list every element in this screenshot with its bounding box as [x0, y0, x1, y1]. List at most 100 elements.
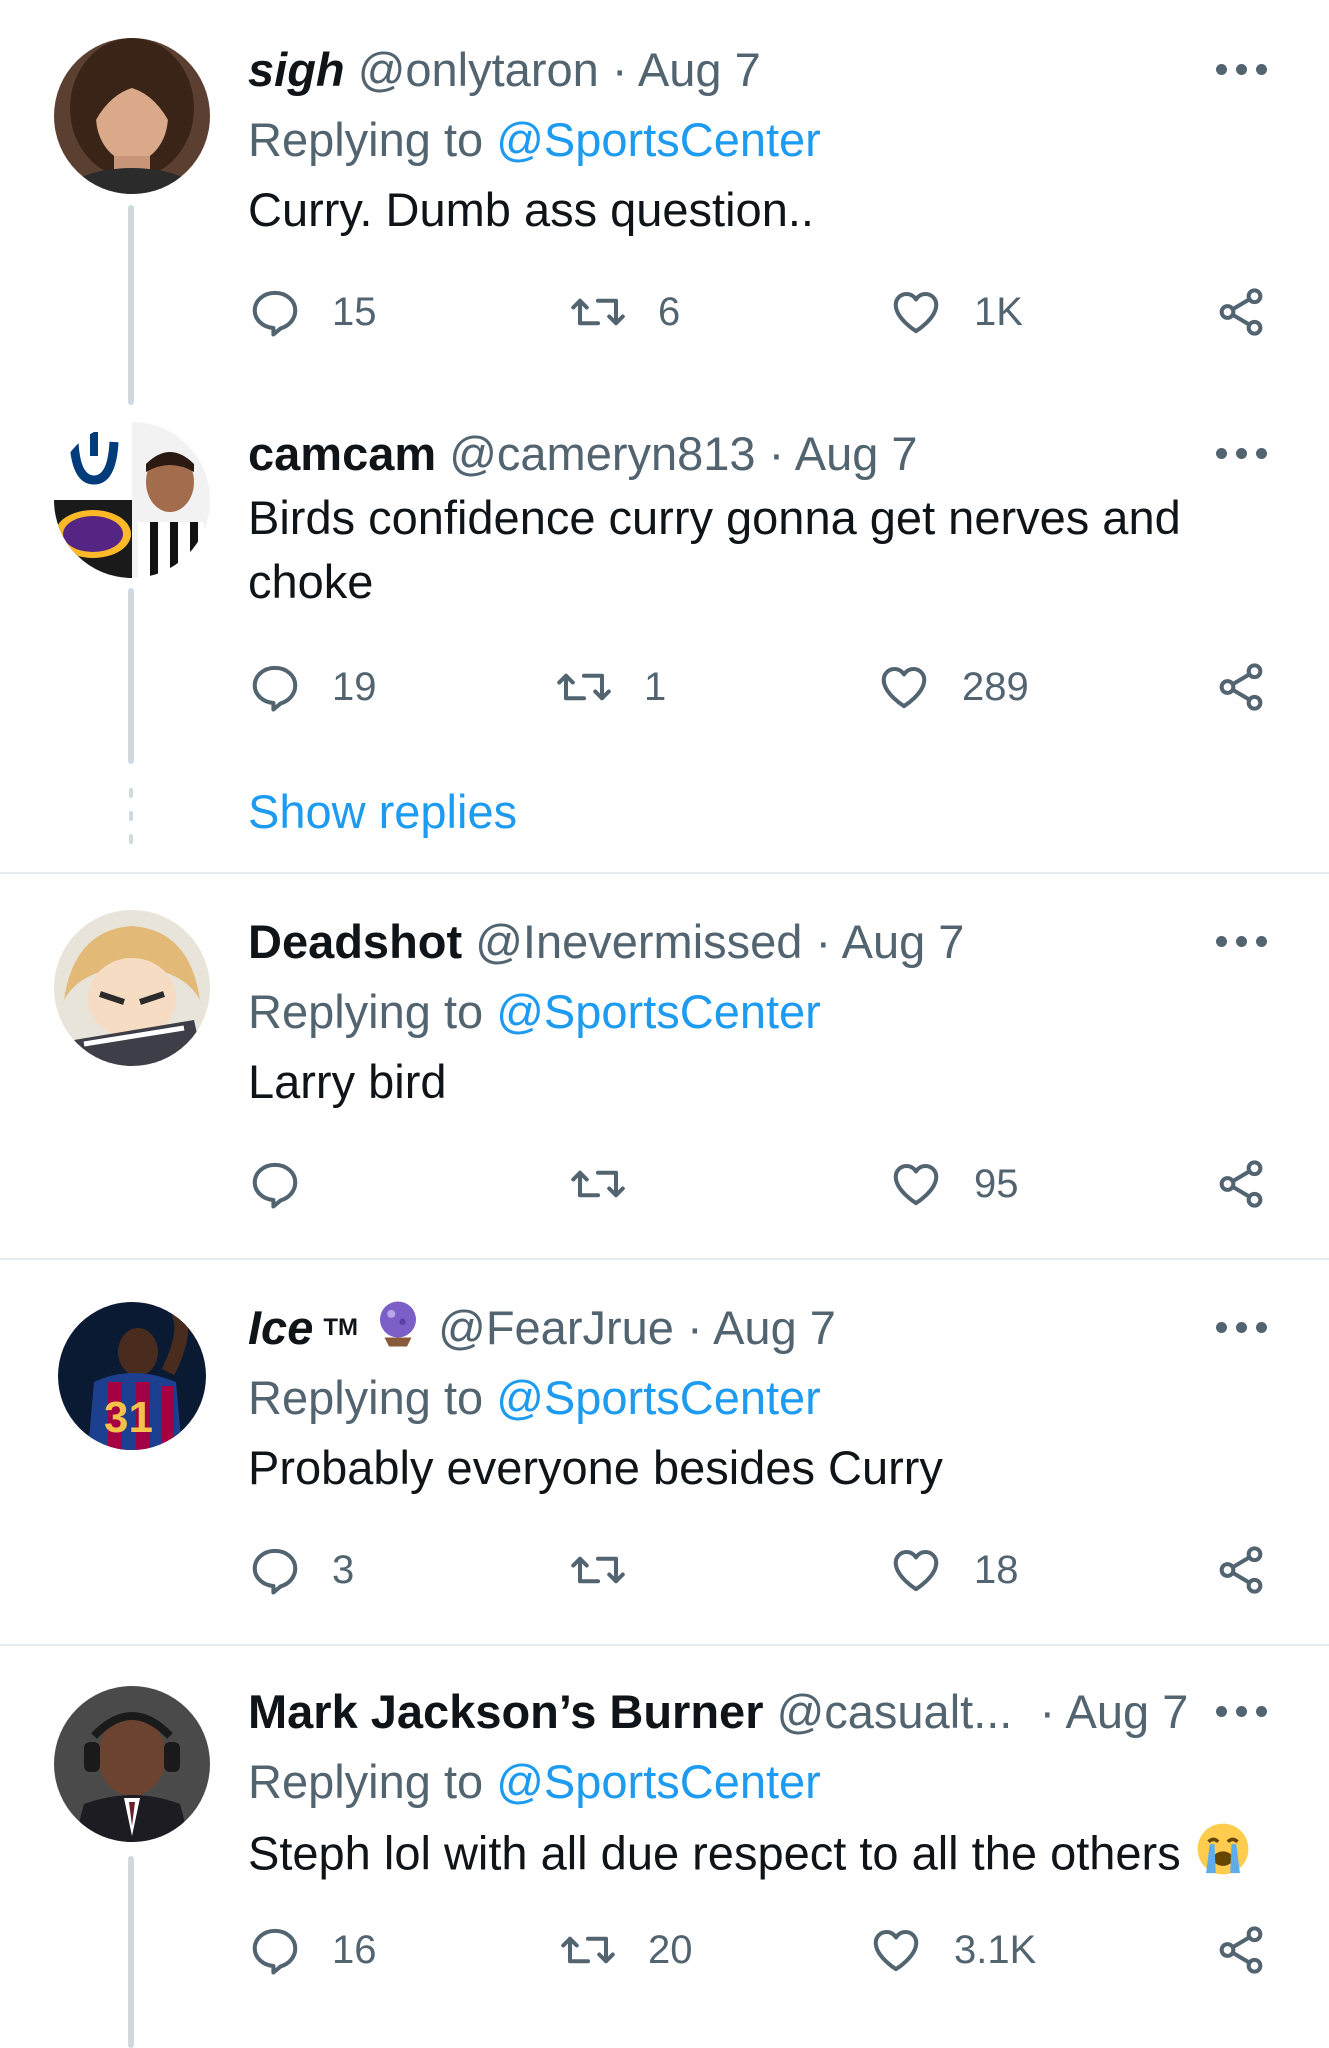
share-icon: [1214, 1543, 1268, 1597]
tweet-header: Mark Jackson’s Burner @casualt... · Aug …: [248, 1680, 1188, 1744]
reply-icon: [248, 660, 302, 714]
action-bar: 95: [248, 1152, 1288, 1216]
reply-button[interactable]: 3: [248, 1538, 354, 1602]
avatar[interactable]: [54, 910, 210, 1066]
handle[interactable]: @Inevermissed: [475, 915, 802, 968]
share-icon: [1214, 1157, 1268, 1211]
tweet-text: Steph lol with all due respect to all th…: [248, 1820, 1249, 1894]
reply-button[interactable]: 19: [248, 655, 377, 719]
share-button[interactable]: [1214, 1152, 1268, 1216]
like-button[interactable]: 18: [888, 1538, 1019, 1602]
like-count: 18: [974, 1547, 1019, 1592]
replying-to: Replying to @SportsCenter: [248, 980, 821, 1044]
reply-button[interactable]: 16: [248, 1918, 377, 1982]
like-button[interactable]: 1K: [888, 280, 1023, 344]
tweet[interactable]: 31 Ice TM @FearJrue · Aug 7 Replying to @…: [0, 1260, 1329, 1648]
more-options-icon[interactable]: [1216, 1322, 1268, 1336]
reply-count: 19: [332, 664, 377, 709]
tweet-header: sigh @onlytaron · Aug 7: [248, 38, 761, 102]
crystal-ball-emoji-icon: [371, 1297, 425, 1367]
like-count: 3.1K: [954, 1927, 1037, 1972]
thread-line: [128, 1856, 134, 2048]
reply-icon: [248, 1543, 302, 1597]
retweet-button[interactable]: 1: [554, 655, 666, 719]
heart-icon: [868, 1923, 924, 1977]
retweet-button[interactable]: [568, 1538, 658, 1602]
display-name[interactable]: camcam: [248, 427, 436, 480]
retweet-count: 20: [648, 1927, 693, 1972]
reply-count: 3: [332, 1547, 355, 1592]
timestamp[interactable]: · Aug 7: [612, 43, 761, 96]
mention-link[interactable]: @SportsCenter: [496, 985, 821, 1038]
share-button[interactable]: [1214, 1918, 1268, 1982]
timestamp[interactable]: · Aug 7: [815, 915, 964, 968]
like-count: 289: [962, 664, 1029, 709]
like-button[interactable]: 289: [876, 655, 1029, 719]
heart-icon: [888, 1543, 944, 1597]
retweet-button[interactable]: 20: [558, 1918, 693, 1982]
more-options-icon[interactable]: [1216, 448, 1268, 462]
more-options-icon[interactable]: [1216, 936, 1268, 950]
timestamp[interactable]: · Aug 7: [769, 427, 918, 480]
tweet-text: Curry. Dumb ass question..: [248, 183, 814, 236]
share-icon: [1214, 285, 1268, 339]
retweet-icon: [554, 660, 614, 714]
trademark-badge: TM: [323, 1314, 358, 1341]
share-button[interactable]: [1214, 280, 1268, 344]
tweet-text: Probably everyone besides Curry: [248, 1441, 943, 1494]
like-button[interactable]: 95: [888, 1152, 1019, 1216]
retweet-count: 1: [644, 664, 667, 709]
reply-icon: [248, 1923, 302, 1977]
retweet-icon: [568, 285, 628, 339]
reply-button[interactable]: [248, 1152, 332, 1216]
reply-count: 15: [332, 289, 377, 334]
tweet-header: Deadshot @Inevermissed · Aug 7: [248, 910, 964, 974]
mention-link[interactable]: @SportsCenter: [496, 1755, 821, 1808]
display-name[interactable]: Ice: [248, 1301, 313, 1354]
share-icon: [1214, 1923, 1268, 1977]
tweet[interactable]: sigh @onlytaron · Aug 7 Replying to @Spo…: [0, 0, 1329, 410]
tweet[interactable]: Mark Jackson’s Burner @casualt... · Aug …: [0, 1646, 1329, 2048]
tweet-header: camcam @cameryn813 · Aug 7: [248, 422, 918, 486]
avatar[interactable]: 31: [58, 1302, 206, 1450]
tweet-text: Larry bird: [248, 1055, 447, 1108]
tweet[interactable]: Deadshot @Inevermissed · Aug 7 Replying …: [0, 874, 1329, 1260]
like-count: 95: [974, 1161, 1019, 1206]
avatar[interactable]: [54, 422, 210, 578]
handle[interactable]: @FearJrue: [438, 1301, 674, 1354]
reply-icon: [248, 285, 302, 339]
replying-label: Replying to: [248, 985, 484, 1038]
tweet-text-body: Steph lol with all due respect to all th…: [248, 1826, 1181, 1880]
display-name[interactable]: Deadshot: [248, 915, 462, 968]
more-options-icon[interactable]: [1216, 64, 1268, 78]
heart-icon: [876, 660, 932, 714]
more-options-icon[interactable]: [1216, 1706, 1268, 1720]
share-button[interactable]: [1214, 655, 1268, 719]
mention-link[interactable]: @SportsCenter: [496, 1371, 821, 1424]
mention-link[interactable]: @SportsCenter: [496, 113, 821, 166]
handle[interactable]: @onlytaron: [358, 43, 599, 96]
action-bar: 16 20 3.1K: [248, 1918, 1288, 1982]
tweet[interactable]: camcam @cameryn813 · Aug 7 Birds confide…: [0, 410, 1329, 870]
heart-icon: [888, 285, 944, 339]
share-button[interactable]: [1214, 1538, 1268, 1602]
replying-label: Replying to: [248, 113, 484, 166]
handle[interactable]: @cameryn813: [449, 427, 755, 480]
display-name[interactable]: sigh: [248, 43, 345, 96]
reply-count: 16: [332, 1927, 377, 1972]
timestamp[interactable]: · Aug 7: [687, 1301, 836, 1354]
retweet-button[interactable]: [568, 1152, 658, 1216]
avatar[interactable]: [54, 38, 210, 194]
retweet-button[interactable]: 6: [568, 280, 680, 344]
reply-button[interactable]: 15: [248, 280, 377, 344]
like-button[interactable]: 3.1K: [868, 1918, 1036, 1982]
avatar[interactable]: [54, 1686, 210, 1842]
handle[interactable]: @casualt...: [777, 1685, 1013, 1738]
reply-icon: [248, 1157, 302, 1211]
action-bar: 3 18: [248, 1538, 1288, 1602]
retweet-icon: [568, 1543, 628, 1597]
show-replies-link[interactable]: Show replies: [248, 780, 517, 844]
display-name[interactable]: Mark Jackson’s Burner: [248, 1685, 764, 1738]
share-icon: [1214, 660, 1268, 714]
timestamp[interactable]: · Aug 7: [1039, 1685, 1188, 1738]
